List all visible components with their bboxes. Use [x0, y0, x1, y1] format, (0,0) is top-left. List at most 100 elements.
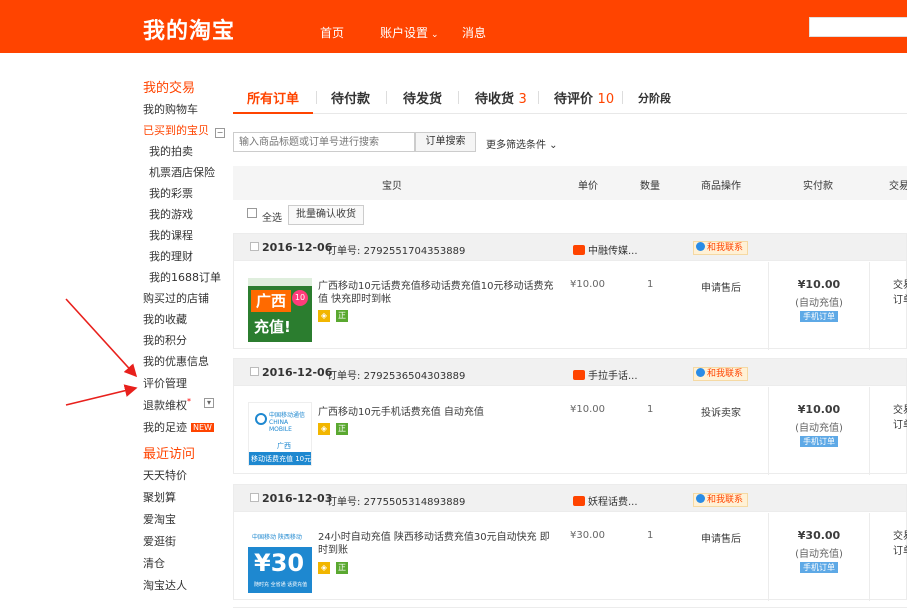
product-title-link[interactable]: 24小时自动充值 陕西移动话费充值30元自动快充 即时到账	[318, 531, 554, 557]
chat-icon	[696, 368, 705, 377]
shop-icon	[573, 245, 585, 255]
sidebar-item-lottery[interactable]: 我的彩票	[143, 185, 193, 201]
order-search-input[interactable]	[233, 132, 415, 152]
mobile-order-badge: 手机订单	[800, 562, 838, 573]
recent-item-experts[interactable]: 淘宝达人	[143, 577, 187, 593]
order-search-button[interactable]: 订单搜索	[415, 132, 476, 152]
nav-messages[interactable]: 消息	[462, 24, 486, 41]
thumb-text: ¥30	[254, 549, 305, 577]
sidebar-item-finance[interactable]: 我的理财	[143, 248, 193, 264]
chat-icon	[696, 494, 705, 503]
sidebar-item-games[interactable]: 我的游戏	[143, 206, 193, 222]
select-all-checkbox[interactable]	[247, 208, 257, 218]
active-tab-indicator	[233, 112, 313, 114]
quantity: 1	[647, 404, 654, 415]
tab-pending-payment[interactable]: 待付款	[331, 88, 370, 107]
sidebar-heading-trade: 我的交易	[143, 81, 196, 96]
order-checkbox[interactable]	[250, 493, 259, 502]
recent-item-browse[interactable]: 爱逛街	[143, 533, 176, 549]
tab-pending-receipt[interactable]: 待收货 3	[475, 88, 527, 107]
product-thumbnail[interactable]: 广西 10 充值!	[248, 278, 312, 342]
collapse-icon[interactable]: −	[215, 128, 225, 138]
genuine-tag-icon: 正	[336, 310, 348, 322]
column-divider	[869, 513, 870, 601]
sidebar-item-auction[interactable]: 我的拍卖	[143, 143, 193, 159]
tab-divider	[386, 91, 387, 104]
annotation-arrow	[65, 384, 138, 406]
thumb-text: 移动话费充值 10元	[249, 452, 311, 465]
tab-pending-review[interactable]: 待评价 10	[554, 88, 614, 107]
order-status[interactable]: 交易订单	[893, 529, 907, 559]
contact-seller-button[interactable]: 和我联系	[693, 367, 749, 381]
order-checkbox[interactable]	[250, 367, 259, 376]
product-title-link[interactable]: 广西移动10元话费充值移动话费充值10元移动话费充值 快充即时到帐	[318, 280, 554, 306]
product-title-link[interactable]: 广西移动10元手机话费充值 自动充值	[318, 406, 554, 419]
service-tag-icon: ◈	[318, 562, 330, 574]
recent-item-ai-taobao[interactable]: 爱淘宝	[143, 511, 176, 527]
sidebar-item-coupons[interactable]: 我的优惠信息	[143, 353, 209, 369]
unit-price: ¥10.00	[570, 279, 605, 290]
tab-installment[interactable]: 分阶段	[638, 90, 671, 106]
tab-pending-shipment[interactable]: 待发货	[403, 88, 442, 107]
recent-item-clearance[interactable]: 清仓	[143, 555, 165, 571]
sidebar-item-refunds[interactable]: 退款维权*	[143, 397, 191, 413]
unit-price: ¥10.00	[570, 404, 605, 415]
column-header-price: 单价	[578, 181, 598, 192]
recent-item-juhuasuan[interactable]: 聚划算	[143, 489, 176, 505]
order-status[interactable]: 交易订单	[893, 278, 907, 308]
contact-seller-button[interactable]: 和我联系	[693, 493, 749, 507]
sidebar-item-courses[interactable]: 我的课程	[143, 227, 193, 243]
sidebar-item-1688[interactable]: 我的1688订单	[143, 269, 221, 285]
product-thumbnail[interactable]: 中国移动 陕西移动 ¥30 随时充 全省通 话费充值	[248, 529, 312, 593]
shop-name[interactable]: 中融传媒...	[573, 242, 638, 257]
quantity: 1	[647, 279, 654, 290]
annotation-arrow	[65, 298, 138, 378]
auto-recharge-note: (自动充值)	[795, 298, 843, 309]
service-tag-icon: ◈	[318, 423, 330, 435]
complain-seller-link[interactable]: 投诉卖家	[701, 404, 741, 419]
shop-name[interactable]: 妖程话费...	[573, 493, 638, 508]
sidebar-item-cart[interactable]: 我的购物车	[143, 101, 198, 117]
recent-item-daily-deals[interactable]: 天天特价	[143, 467, 187, 483]
mobile-order-badge: 手机订单	[800, 311, 838, 322]
order-status[interactable]: 交易订单	[893, 403, 907, 433]
thumb-badge: 10	[292, 290, 308, 306]
after-sales-link[interactable]: 申请售后	[701, 279, 741, 294]
after-sales-link[interactable]: 申请售后	[701, 530, 741, 545]
contact-seller-button[interactable]: 和我联系	[693, 241, 749, 255]
sidebar-item-travel[interactable]: 机票酒店保险	[143, 164, 215, 180]
brand-logo[interactable]: 我的淘宝	[143, 13, 235, 45]
sidebar-item-points[interactable]: 我的积分	[143, 332, 187, 348]
sidebar-heading-recent: 最近访问	[143, 447, 196, 462]
sidebar-item-reviews[interactable]: 评价管理	[143, 375, 187, 391]
header-search-input[interactable]	[809, 17, 907, 37]
bulk-confirm-receipt-button[interactable]: 批量确认收货	[288, 205, 364, 225]
expand-icon[interactable]: ▾	[204, 398, 214, 408]
sidebar-item-bought[interactable]: 已买到的宝贝 −	[143, 122, 225, 138]
unit-price: ¥30.00	[570, 530, 605, 541]
order-date: 2016-12-06	[262, 241, 333, 254]
paid-amount: ¥30.00	[797, 529, 841, 542]
top-header-bar	[0, 0, 907, 53]
nav-home[interactable]: 首页	[320, 24, 344, 41]
order-checkbox[interactable]	[250, 242, 259, 251]
sidebar-item-shops[interactable]: 购买过的店铺	[143, 290, 209, 306]
select-all-label[interactable]: 全选	[262, 209, 282, 224]
column-header-status: 交易	[889, 181, 907, 192]
sidebar-item-footprint[interactable]: 我的足迹 NEW	[143, 419, 214, 435]
chat-icon	[696, 242, 705, 251]
tab-divider	[622, 91, 623, 104]
product-thumbnail[interactable]: 中国移动通信 CHINA MOBILE 广西 移动话费充值 10元	[248, 402, 312, 466]
tab-all-orders[interactable]: 所有订单	[247, 88, 299, 107]
more-filters-toggle[interactable]: 更多筛选条件 ⌄	[486, 136, 558, 151]
nav-account-settings[interactable]: 账户设置 ⌄	[380, 24, 439, 41]
alert-star-icon: *	[187, 397, 191, 406]
shop-icon	[573, 496, 585, 506]
shop-name[interactable]: 手拉手话...	[573, 367, 638, 382]
column-header-paid: 实付款	[803, 181, 833, 192]
paid-amount: ¥10.00	[797, 403, 841, 416]
auto-recharge-note: (自动充值)	[795, 423, 843, 434]
sidebar-item-favorites[interactable]: 我的收藏	[143, 311, 187, 327]
column-header-item: 宝贝	[382, 181, 402, 192]
quantity: 1	[647, 530, 654, 541]
